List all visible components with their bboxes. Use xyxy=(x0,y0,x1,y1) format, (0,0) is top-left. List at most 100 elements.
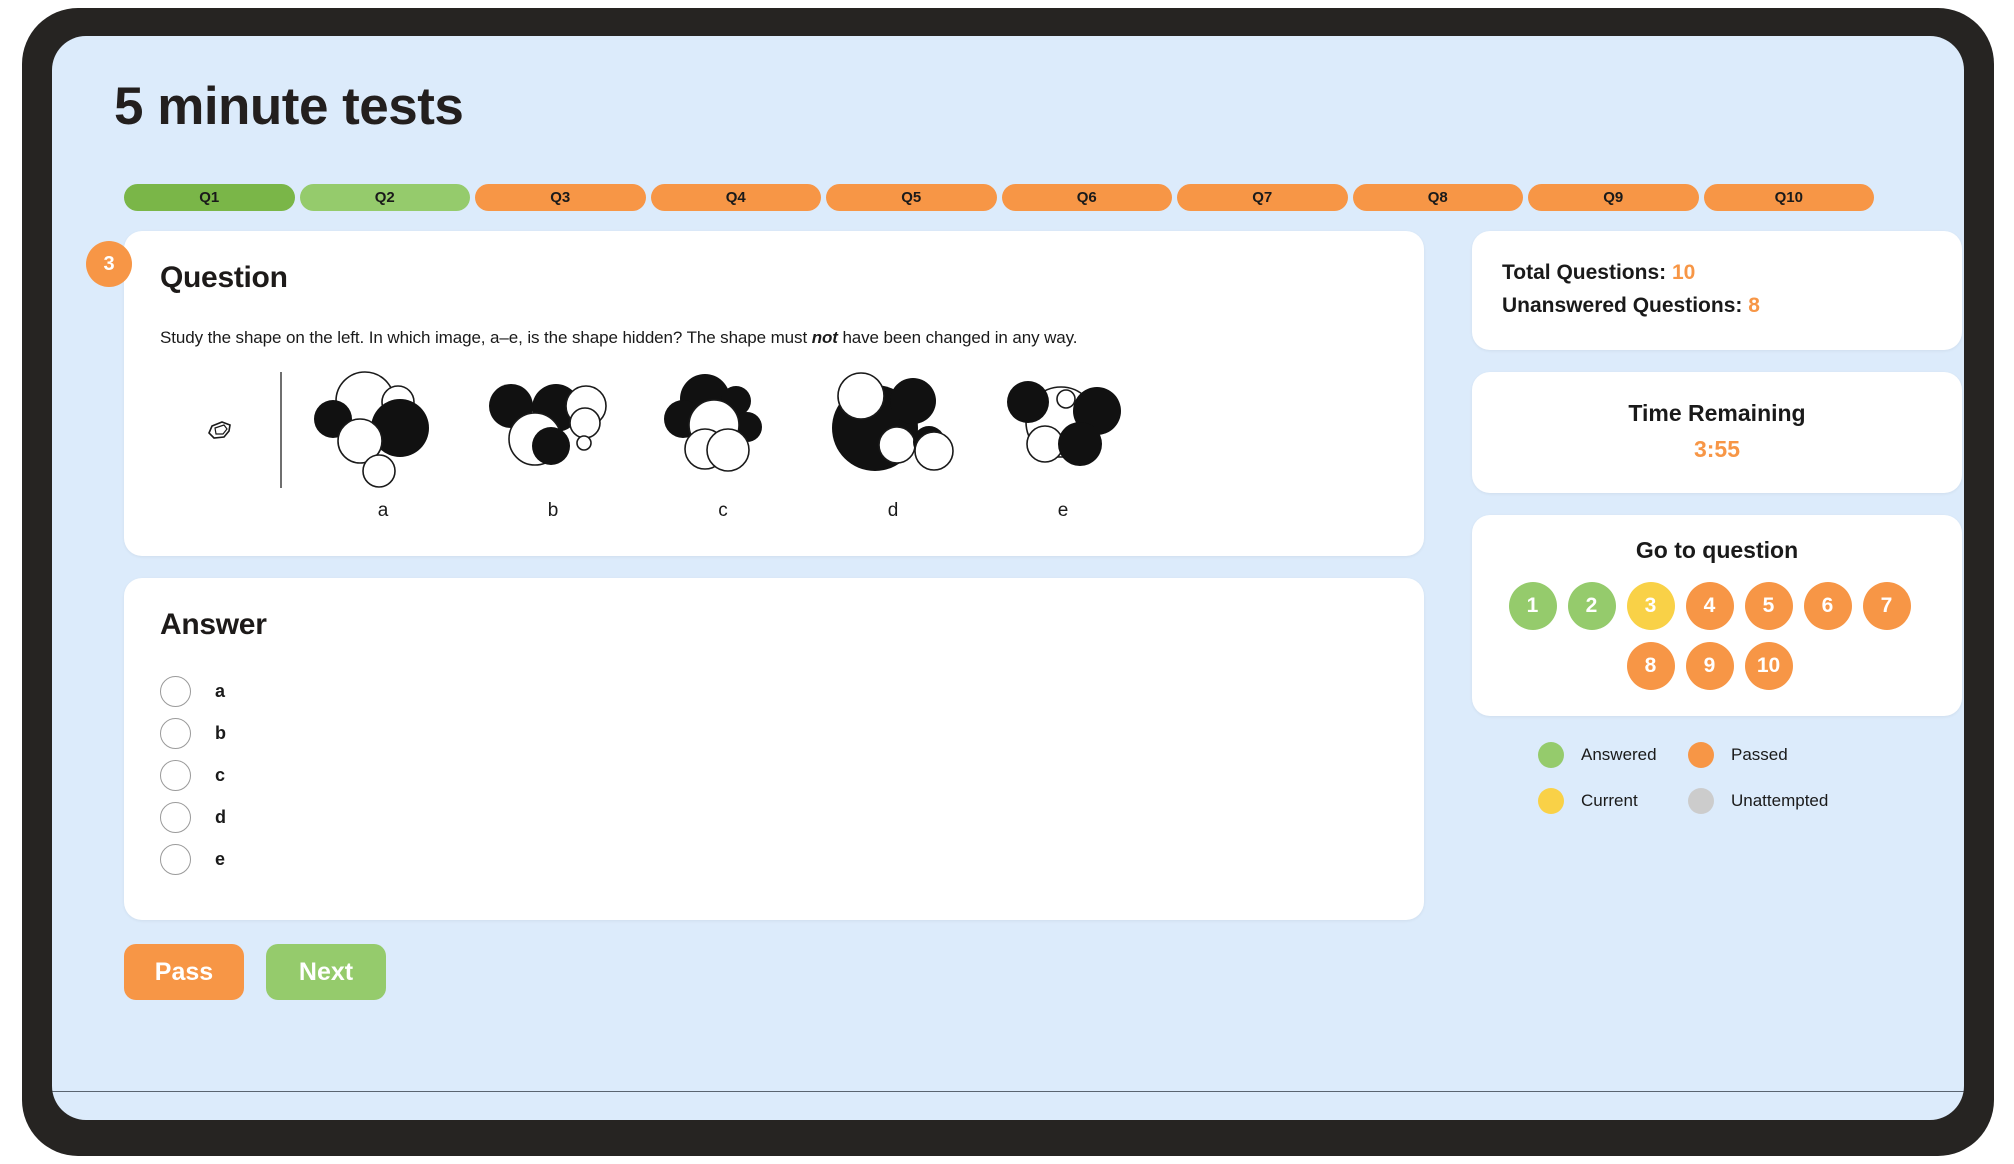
answer-option-c[interactable]: c xyxy=(160,754,1388,796)
legend-label-passed: Passed xyxy=(1731,745,1788,765)
option-figure-label-a: a xyxy=(377,500,389,521)
option-figure-c: c xyxy=(638,366,808,522)
total-questions-value: 10 xyxy=(1671,261,1696,284)
legend-item-answered: Answered xyxy=(1538,742,1688,769)
timer-card: Time Remaining 3:55 xyxy=(1472,372,1962,494)
shape-cluster-a-icon xyxy=(314,371,429,488)
progress-tab-q7[interactable]: Q7 xyxy=(1177,184,1348,211)
progress-tab-q5[interactable]: Q5 xyxy=(826,184,997,211)
answer-option-b[interactable]: b xyxy=(160,712,1388,754)
answer-options-list: abcde xyxy=(160,670,1388,880)
option-figure-label-c: c xyxy=(718,500,728,521)
bottom-divider xyxy=(52,1091,1964,1092)
radio-button-d[interactable] xyxy=(160,801,191,833)
question-number-badge: 3 xyxy=(86,241,132,287)
radio-button-c[interactable] xyxy=(160,759,191,791)
prompt-part-1: Study the shape on the left. In which im… xyxy=(160,328,812,347)
goto-question-1[interactable]: 1 xyxy=(1508,582,1557,631)
answer-option-label-a: a xyxy=(215,680,226,701)
timer-value: 3:55 xyxy=(1693,436,1741,463)
shape-cluster-e-icon xyxy=(1007,381,1121,466)
answer-option-e[interactable]: e xyxy=(160,838,1388,880)
shape-cluster-b-icon xyxy=(489,384,607,466)
legend: Answered Passed Current Unattempted xyxy=(1472,742,1962,815)
total-questions-label: Total Questions: xyxy=(1502,261,1667,284)
sidebar: Total Questions: 10 Unanswered Questions… xyxy=(1472,231,1962,815)
answer-option-label-d: d xyxy=(215,806,226,827)
answer-option-label-e: e xyxy=(215,848,226,869)
question-heading: Question xyxy=(160,261,288,294)
progress-tab-q4[interactable]: Q4 xyxy=(650,184,821,211)
legend-dot-unattempted xyxy=(1688,788,1714,815)
question-prompt: Study the shape on the left. In which im… xyxy=(160,328,1388,348)
goto-question-10[interactable]: 10 xyxy=(1744,642,1793,691)
unanswered-questions-label: Unanswered Questions: xyxy=(1502,293,1743,317)
legend-label-unattempted: Unattempted xyxy=(1731,791,1829,811)
next-button[interactable]: Next xyxy=(266,944,386,1000)
unanswered-questions-value: 8 xyxy=(1748,293,1760,317)
answer-heading: Answer xyxy=(160,608,267,641)
timer-title: Time Remaining xyxy=(1628,400,1806,427)
goto-question-3[interactable]: 3 xyxy=(1626,582,1675,631)
goto-question-8[interactable]: 8 xyxy=(1626,642,1675,691)
prompt-part-2: have been changed in any way. xyxy=(837,328,1078,347)
progress-tab-q2[interactable]: Q2 xyxy=(299,184,470,211)
shape-cluster-c-icon xyxy=(664,374,762,472)
goto-question-6[interactable]: 6 xyxy=(1803,582,1852,631)
screen: 5 minute tests Q1 Q2 Q3 Q4 Q5 Q6 Q7 Q8 Q9 Q10 3 Q… xyxy=(52,36,1964,1120)
goto-question-2[interactable]: 2 xyxy=(1567,582,1616,631)
legend-dot-current xyxy=(1538,788,1564,815)
legend-dot-passed xyxy=(1688,742,1714,769)
legend-dot-answered xyxy=(1538,742,1564,769)
main-column: Question Study the shape on the left. In… xyxy=(124,231,1424,1000)
option-figure-a: a xyxy=(298,366,468,522)
question-card: Question Study the shape on the left. In… xyxy=(124,231,1424,556)
progress-tab-q10[interactable]: Q10 xyxy=(1703,184,1874,211)
radio-button-e[interactable] xyxy=(160,843,191,875)
legend-item-unattempted: Unattempted xyxy=(1688,788,1962,815)
legend-label-answered: Answered xyxy=(1581,745,1657,765)
goto-question-7[interactable]: 7 xyxy=(1862,582,1911,631)
progress-tab-q6[interactable]: Q6 xyxy=(1001,184,1172,211)
legend-item-current: Current xyxy=(1538,788,1688,815)
legend-label-current: Current xyxy=(1581,791,1638,811)
question-progress-bar: Q1 Q2 Q3 Q4 Q5 Q6 Q7 Q8 Q9 Q10 xyxy=(124,184,1874,211)
option-figure-b: b xyxy=(468,366,638,522)
option-figure-label-e: e xyxy=(1057,500,1069,521)
radio-button-b[interactable] xyxy=(160,717,191,749)
goto-question-5[interactable]: 5 xyxy=(1744,582,1793,631)
legend-item-passed: Passed xyxy=(1688,742,1962,769)
option-figure-e: e xyxy=(978,366,1148,522)
pass-button[interactable]: Pass xyxy=(124,944,244,1000)
goto-question-title: Go to question xyxy=(1635,537,1799,564)
answer-option-label-b: b xyxy=(215,722,226,743)
shape-cluster-d-icon xyxy=(832,372,954,471)
reference-shape-icon xyxy=(208,421,231,439)
tablet-bezel: 5 minute tests Q1 Q2 Q3 Q4 Q5 Q6 Q7 Q8 Q9 Q10 3 Q… xyxy=(22,8,1994,1156)
option-figure-label-b: b xyxy=(547,500,559,521)
answer-option-label-c: c xyxy=(215,764,226,785)
prompt-emphasis: not xyxy=(811,328,838,347)
option-figure-label-d: d xyxy=(887,500,899,521)
total-questions-line: Total Questions: 10 xyxy=(1502,257,1932,290)
radio-button-a[interactable] xyxy=(160,675,191,707)
stats-card: Total Questions: 10 Unanswered Questions… xyxy=(1472,231,1962,351)
option-figure-d: d xyxy=(808,366,978,522)
progress-tab-q9[interactable]: Q9 xyxy=(1528,184,1699,211)
goto-question-4[interactable]: 4 xyxy=(1685,582,1734,631)
answer-option-d[interactable]: d xyxy=(160,796,1388,838)
progress-tab-q1[interactable]: Q1 xyxy=(124,184,295,211)
progress-tab-q8[interactable]: Q8 xyxy=(1352,184,1523,211)
vertical-divider xyxy=(280,372,282,488)
unanswered-questions-line: Unanswered Questions: 8 xyxy=(1502,290,1932,323)
progress-tab-q3[interactable]: Q3 xyxy=(475,184,646,211)
figure-row: a b c d e xyxy=(160,366,1388,522)
answer-option-a[interactable]: a xyxy=(160,670,1388,712)
page-title: 5 minute tests xyxy=(114,77,464,136)
goto-question-grid: 1 2 3 4 5 6 7 8 9 10 xyxy=(1500,582,1919,691)
option-figures: a b c d e xyxy=(298,366,1388,522)
goto-question-9[interactable]: 9 xyxy=(1685,642,1734,691)
goto-question-card: Go to question 1 2 3 4 5 6 7 8 9 10 xyxy=(1472,515,1962,717)
action-buttons: Pass Next xyxy=(124,944,1424,1000)
reference-shape-cell xyxy=(160,366,280,452)
